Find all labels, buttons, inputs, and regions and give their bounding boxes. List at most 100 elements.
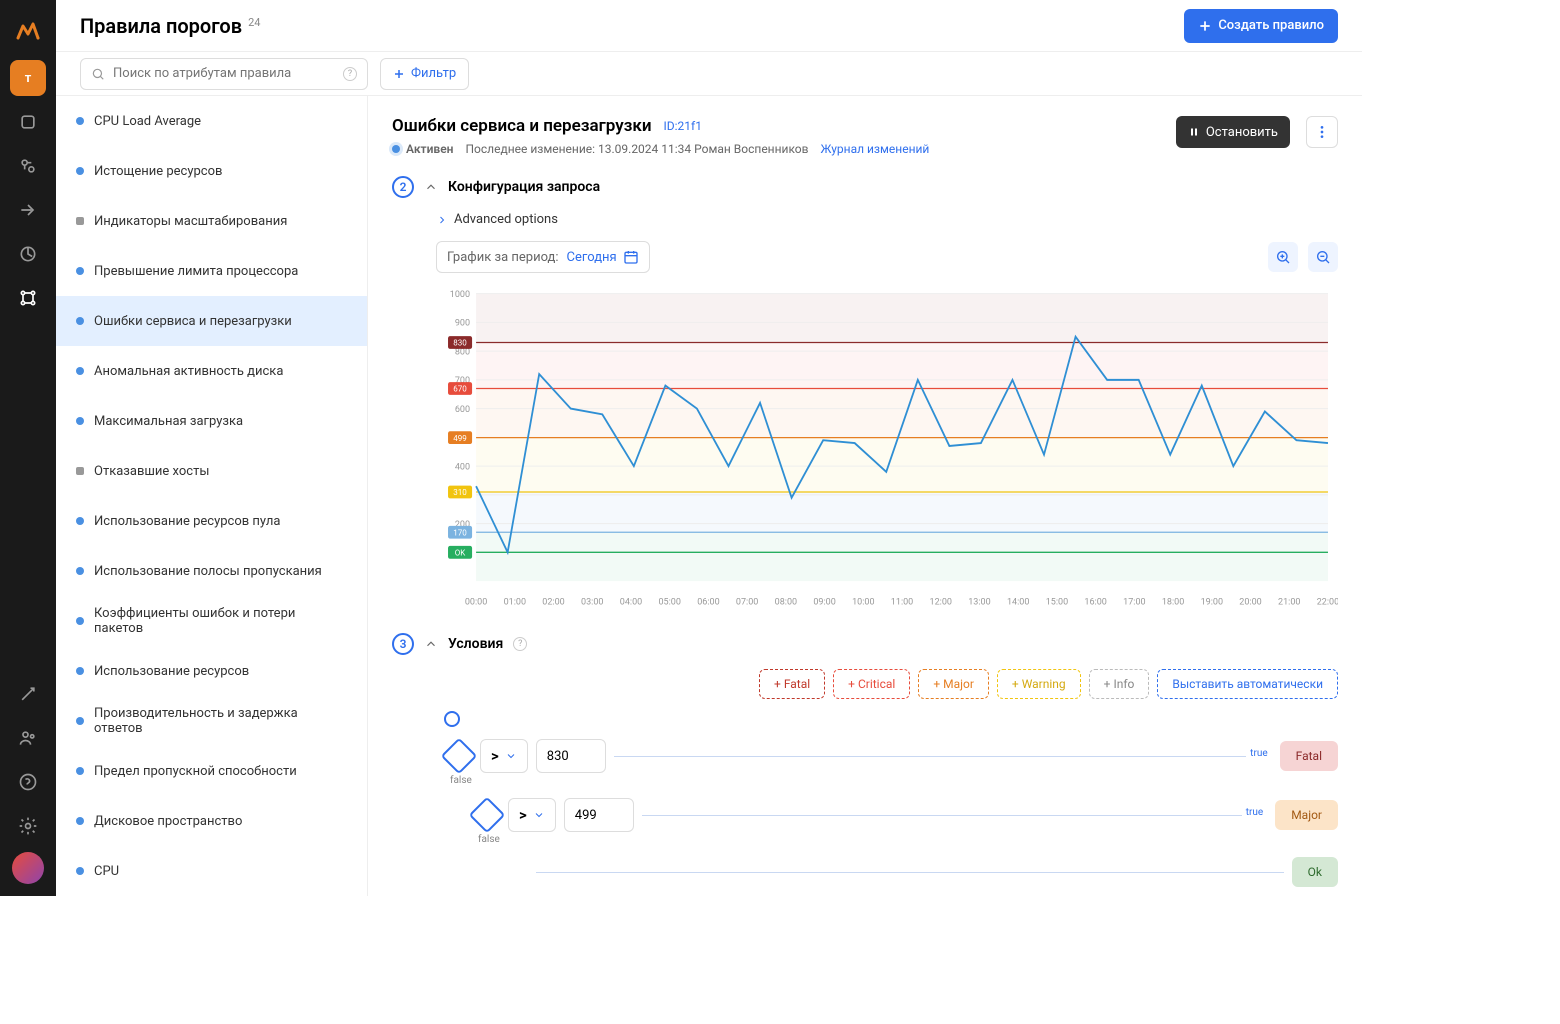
rule-list-item[interactable]: Предел пропускной способности [56, 746, 367, 796]
rule-name: Максимальная загрузка [94, 414, 243, 429]
add-critical-button[interactable]: + Critical [833, 669, 910, 699]
result-tag: Major [1275, 800, 1338, 830]
rule-name: Превышение лимита процессора [94, 264, 298, 279]
status-dot [76, 417, 84, 425]
rail-btn-tenant[interactable]: т [10, 60, 46, 96]
period-selector[interactable]: График за период: Сегодня [436, 241, 650, 273]
chevron-down-icon [533, 809, 545, 821]
svg-text:04:00: 04:00 [620, 596, 642, 607]
more-menu-button[interactable] [1306, 116, 1338, 148]
rule-last-modified: Последнее изменение: 13.09.2024 11:34 Ро… [466, 142, 809, 156]
rail-btn-5[interactable] [10, 280, 46, 316]
user-avatar[interactable] [12, 852, 44, 884]
rule-name: Аномальная активность диска [94, 364, 283, 379]
search-input[interactable] [113, 66, 335, 81]
svg-text:170: 170 [453, 528, 467, 538]
changelog-link[interactable]: Журнал изменений [821, 142, 930, 156]
zoom-out-button[interactable] [1308, 242, 1338, 272]
status-dot [76, 517, 84, 525]
filter-button[interactable]: Фильтр [380, 58, 469, 90]
rule-name: Отказавшие хосты [94, 464, 209, 479]
rule-list-item[interactable]: CPU [56, 846, 367, 896]
search-input-wrap[interactable]: ? [80, 58, 368, 90]
svg-text:20:00: 20:00 [1239, 596, 1261, 607]
rule-list-item[interactable]: Аномальная активность диска [56, 346, 367, 396]
rail-btn-settings[interactable] [10, 808, 46, 844]
chevron-up-icon[interactable] [424, 637, 438, 651]
auto-set-button[interactable]: Выставить автоматически [1157, 669, 1338, 699]
zoom-in-button[interactable] [1268, 242, 1298, 272]
operator-select[interactable]: > [480, 739, 528, 773]
step-2-badge: 2 [392, 176, 414, 198]
chevron-up-icon[interactable] [424, 180, 438, 194]
rail-btn-3[interactable] [10, 192, 46, 228]
add-fatal-button[interactable]: + Fatal [759, 669, 825, 699]
rule-name: Индикаторы масштабирования [94, 214, 287, 229]
conditions-help-icon[interactable]: ? [513, 637, 527, 651]
rail-btn-magic[interactable] [10, 676, 46, 712]
svg-text:16:00: 16:00 [1084, 596, 1106, 607]
threshold-input[interactable] [536, 739, 606, 773]
add-info-button[interactable]: + Info [1089, 669, 1150, 699]
rule-list-item[interactable]: Использование ресурсов [56, 646, 367, 696]
condition-tree: > true Fatal false > true Major false Ok [436, 711, 1338, 887]
rail-btn-1[interactable] [10, 104, 46, 140]
search-help-icon[interactable]: ? [343, 67, 357, 81]
rule-list-item[interactable]: Отказавшие хосты [56, 446, 367, 496]
rule-list-item[interactable]: Производительность и задержка ответов [56, 696, 367, 746]
advanced-options-toggle[interactable]: Advanced options [436, 212, 1338, 227]
condition-node[interactable] [441, 738, 478, 775]
rail-btn-4[interactable] [10, 236, 46, 272]
chevron-right-icon [436, 214, 448, 226]
rule-name: Производительность и задержка ответов [94, 706, 347, 736]
svg-text:OK: OK [455, 548, 466, 558]
rule-list-item[interactable]: Использование полосы пропускания [56, 546, 367, 596]
rule-list-item[interactable]: CPU Load Average [56, 96, 367, 146]
rule-list-item[interactable]: Истощение ресурсов [56, 146, 367, 196]
svg-text:08:00: 08:00 [775, 596, 797, 607]
rail-btn-help[interactable] [10, 764, 46, 800]
svg-text:12:00: 12:00 [930, 596, 952, 607]
rules-list: CPU Load Average Истощение ресурсов Индика… [56, 96, 368, 896]
status-dot [76, 667, 84, 675]
rule-list-item[interactable]: Дисковое пространство [56, 796, 367, 846]
rule-title: Ошибки сервиса и перезагрузки [392, 116, 652, 136]
rule-name: CPU Load Average [94, 114, 201, 129]
svg-text:14:00: 14:00 [1007, 596, 1029, 607]
svg-text:1000: 1000 [450, 289, 470, 300]
svg-text:21:00: 21:00 [1278, 596, 1300, 607]
add-warning-button[interactable]: + Warning [997, 669, 1081, 699]
rail-btn-users[interactable] [10, 720, 46, 756]
svg-text:00:00: 00:00 [465, 596, 487, 607]
status-dot [76, 817, 84, 825]
svg-text:18:00: 18:00 [1162, 596, 1184, 607]
config-section-title: Конфигурация запроса [448, 179, 600, 195]
svg-text:830: 830 [453, 338, 467, 348]
rule-list-item[interactable]: Индикаторы масштабирования [56, 196, 367, 246]
condition-node[interactable] [469, 797, 506, 834]
svg-text:17:00: 17:00 [1123, 596, 1145, 607]
create-rule-button[interactable]: Создать правило [1184, 9, 1338, 43]
add-major-button[interactable]: + Major [918, 669, 989, 699]
status-dot [76, 467, 84, 475]
rule-status: Активен [392, 142, 454, 156]
rule-list-item[interactable]: Ошибки сервиса и перезагрузки [56, 296, 367, 346]
svg-text:22:00: 22:00 [1317, 596, 1338, 607]
rule-list-item[interactable]: Использование ресурсов пула [56, 496, 367, 546]
operator-select[interactable]: > [508, 798, 556, 832]
rule-list-item[interactable]: Максимальная загрузка [56, 396, 367, 446]
rule-name: Коэффициенты ошибок и потери пакетов [94, 606, 347, 636]
svg-text:02:00: 02:00 [542, 596, 564, 607]
result-tag: Fatal [1280, 741, 1338, 771]
status-dot [76, 767, 84, 775]
rule-list-item[interactable]: Превышение лимита процессора [56, 246, 367, 296]
rule-list-item[interactable]: Коэффициенты ошибок и потери пакетов [56, 596, 367, 646]
pause-icon [1188, 126, 1200, 138]
rail-btn-2[interactable] [10, 148, 46, 184]
stop-button[interactable]: Остановить [1176, 116, 1290, 148]
threshold-input[interactable] [564, 798, 634, 832]
condition-start-node [444, 711, 460, 727]
svg-text:900: 900 [455, 317, 470, 328]
nav-rail: т [0, 0, 56, 896]
topbar: Правила порогов24 Создать правило [56, 0, 1362, 52]
